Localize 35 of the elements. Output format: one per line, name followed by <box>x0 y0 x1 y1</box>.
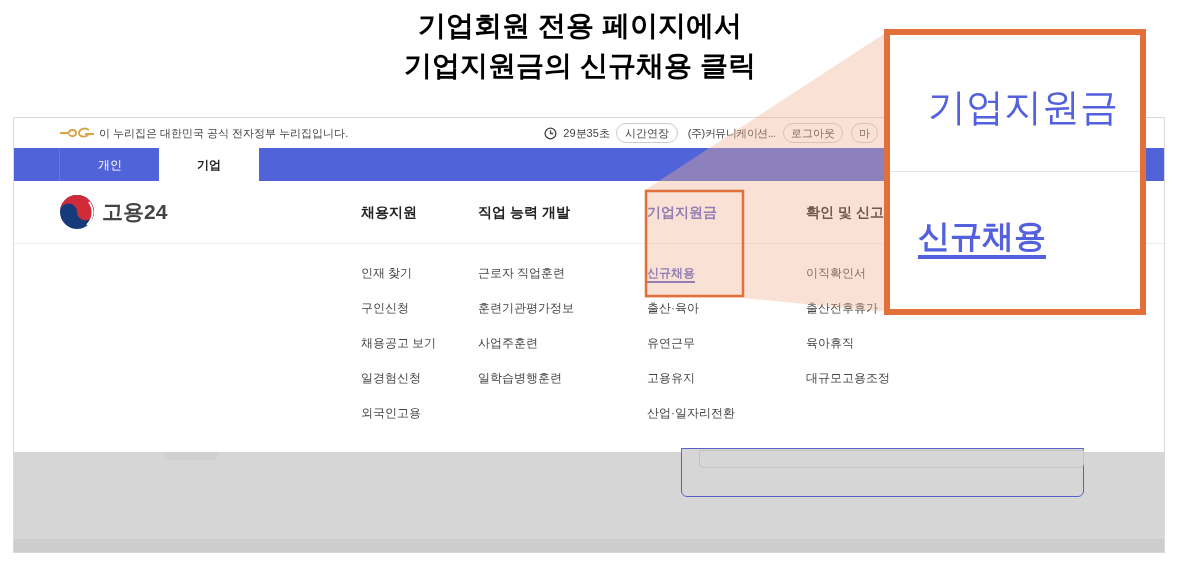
submenu-link[interactable]: 이직확인서 <box>806 264 866 299</box>
submenu-link[interactable]: 채용공고 보기 <box>361 334 437 369</box>
header-button[interactable]: 마 <box>851 123 879 143</box>
submenu-link[interactable]: 일경험신청 <box>361 369 421 404</box>
member-tab[interactable]: 기업 <box>159 148 259 181</box>
nav-menu-item[interactable]: 확인 및 신고 <box>806 204 884 220</box>
submenu-link[interactable]: 대규모고용조정 <box>806 369 890 404</box>
timer-text: 29분35초 <box>563 125 610 141</box>
nav-menu-item[interactable]: 채용지원 <box>361 204 417 220</box>
taegeuk-logo-icon <box>59 194 95 230</box>
callout-title: 기업지원금 <box>928 84 1118 130</box>
extend-time-button[interactable]: 시간연장 <box>615 123 678 143</box>
submenu-link[interactable]: 출산·육아 <box>647 299 699 334</box>
nav-menu-item[interactable]: 직업 능력 개발 <box>478 204 570 220</box>
header-button[interactable]: 로그아웃 <box>783 123 844 143</box>
submenu-link[interactable]: 일학습병행훈련 <box>478 369 562 404</box>
submenu-link[interactable]: 인재 찾기 <box>361 264 413 299</box>
submenu-link[interactable]: 외국인고용 <box>361 404 421 439</box>
submenu-link[interactable]: 훈련기관평가정보 <box>478 299 574 334</box>
site-logo-text: 고용24 <box>102 199 168 226</box>
submenu-link[interactable]: 육아휴직 <box>806 334 854 369</box>
submenu-link[interactable]: 산업·일자리전환 <box>647 404 735 439</box>
submenu-link[interactable]: 출산전후휴가 <box>806 299 878 334</box>
submenu-link[interactable]: 고용유지 <box>647 369 695 404</box>
eg-logo-icon <box>59 127 95 139</box>
company-name: (주)커뮤니케이션... <box>687 125 776 141</box>
clock-icon <box>544 126 558 140</box>
zoomed-link-text: 신규채용 <box>918 216 1046 256</box>
submenu-link[interactable]: 사업주훈련 <box>478 334 538 369</box>
submenu-link[interactable]: 근로자 직업훈련 <box>478 264 566 299</box>
caption-text: 기업회원 전용 페이지에서 <box>418 9 742 43</box>
submenu-link[interactable]: 유연근무 <box>647 334 695 369</box>
notice-text: 이 누리집은 대한민국 공식 전자정부 누리집입니다. <box>99 125 349 141</box>
submenu-link[interactable]: 구인신청 <box>361 299 409 334</box>
caption-text: 기업지원금의 신규채용 클릭 <box>404 49 756 83</box>
